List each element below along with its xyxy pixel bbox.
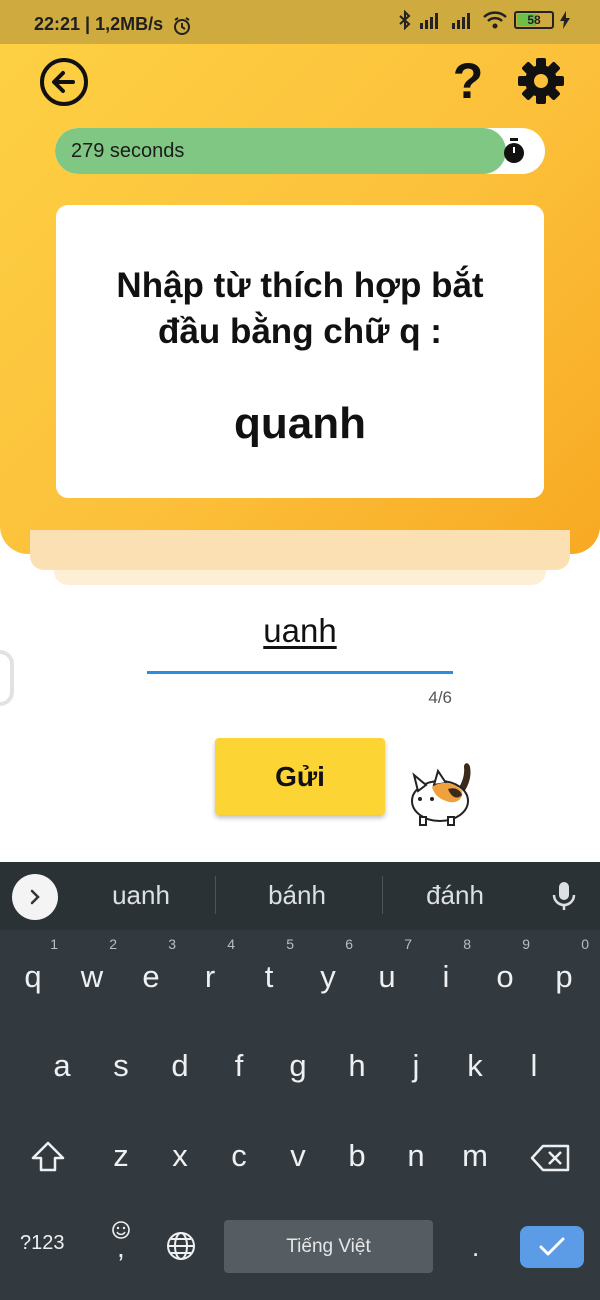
back-button[interactable]: [40, 58, 88, 106]
key-p-hint: 0: [581, 936, 589, 952]
key-y[interactable]: y6: [299, 936, 357, 1012]
key-t-label: t: [264, 959, 274, 994]
key-i-hint: 8: [463, 936, 471, 952]
keyboard: uanh bánh đánh q1 w2 e3 r4 t5 y6 u7 i8 o…: [0, 862, 600, 1300]
status-icons: 58: [398, 10, 570, 30]
microphone-icon[interactable]: [550, 880, 578, 912]
key-g[interactable]: g: [269, 1031, 327, 1101]
period-key[interactable]: .: [472, 1232, 479, 1263]
key-u-hint: 7: [404, 936, 412, 952]
key-y-label: y: [320, 959, 336, 994]
key-r[interactable]: r4: [181, 936, 239, 1012]
key-i[interactable]: i8: [417, 936, 475, 1012]
shift-icon[interactable]: [30, 1140, 66, 1174]
key-r-label: r: [204, 959, 216, 994]
key-a[interactable]: a: [33, 1031, 91, 1101]
question-card: Nhập từ thích hợp bắt đầu bằng chữ q : q…: [56, 205, 544, 498]
timer-bar: 279 seconds: [55, 128, 545, 174]
card-stack-shadow-1: [30, 530, 570, 570]
signal-icon-2: [452, 13, 470, 29]
target-word: quanh: [234, 399, 366, 448]
key-e[interactable]: e3: [122, 936, 180, 1012]
key-x[interactable]: x: [151, 1121, 209, 1191]
key-t-hint: 5: [286, 936, 294, 952]
key-v[interactable]: v: [269, 1121, 327, 1191]
battery-level: 58: [527, 13, 541, 27]
key-h[interactable]: h: [328, 1031, 386, 1101]
alarm-icon: [174, 17, 190, 35]
key-q-hint: 1: [50, 936, 58, 952]
edge-swipe-handle[interactable]: [0, 650, 14, 706]
key-l[interactable]: l: [505, 1031, 563, 1101]
key-c[interactable]: c: [210, 1121, 268, 1191]
status-bar: 22:21 | 1,2MB/s 58: [0, 0, 600, 44]
key-o-label: o: [496, 959, 514, 994]
stopwatch-icon: [504, 138, 524, 163]
key-i-label: i: [442, 959, 450, 994]
key-s[interactable]: s: [92, 1031, 150, 1101]
character-counter: 4/6: [428, 688, 452, 707]
gear-icon: [518, 58, 564, 104]
comma-key[interactable]: ,: [117, 1232, 125, 1264]
key-n[interactable]: n: [387, 1121, 445, 1191]
key-q[interactable]: q1: [4, 936, 62, 1012]
help-button[interactable]: ?: [448, 56, 488, 106]
key-w-hint: 2: [109, 936, 117, 952]
suggestion-bar: uanh bánh đánh: [0, 862, 600, 930]
arrow-left-icon: [52, 71, 75, 93]
charging-icon: [560, 11, 570, 29]
wifi-icon: [483, 11, 507, 29]
key-f[interactable]: f: [210, 1031, 268, 1101]
suggestion-2[interactable]: bánh: [222, 880, 372, 911]
cat-mascot-icon: [411, 763, 471, 826]
key-o-hint: 9: [522, 936, 530, 952]
key-e-label: e: [142, 959, 160, 994]
key-m[interactable]: m: [446, 1121, 504, 1191]
signal-icon: [420, 13, 438, 29]
checkmark-icon: [539, 1237, 565, 1256]
key-u-label: u: [378, 959, 396, 994]
key-y-hint: 6: [345, 936, 353, 952]
timer-text: 279 seconds: [71, 140, 185, 162]
key-o[interactable]: o9: [476, 936, 534, 1012]
bluetooth-icon: [399, 10, 411, 30]
key-w[interactable]: w2: [63, 936, 121, 1012]
suggestion-expand-button[interactable]: [12, 874, 58, 920]
key-z[interactable]: z: [92, 1121, 150, 1191]
key-b[interactable]: b: [328, 1121, 386, 1191]
symbols-key[interactable]: ?123: [20, 1232, 65, 1255]
key-p[interactable]: p0: [535, 936, 593, 1012]
key-w-label: w: [80, 959, 104, 994]
key-t[interactable]: t5: [240, 936, 298, 1012]
key-d[interactable]: d: [151, 1031, 209, 1101]
suggestion-divider: [215, 876, 216, 914]
settings-button[interactable]: [516, 56, 566, 106]
submit-button[interactable]: Gửi: [215, 738, 385, 815]
chevron-right-icon: [30, 889, 40, 905]
key-u[interactable]: u7: [358, 936, 416, 1012]
battery-icon: 58: [514, 11, 554, 29]
key-j[interactable]: j: [387, 1031, 445, 1101]
enter-key[interactable]: [520, 1226, 584, 1268]
key-k[interactable]: k: [446, 1031, 504, 1101]
key-e-hint: 3: [168, 936, 176, 952]
globe-icon[interactable]: [165, 1230, 197, 1262]
key-p-label: p: [555, 959, 573, 994]
suggestion-3[interactable]: đánh: [380, 880, 530, 911]
suggestion-1[interactable]: uanh: [66, 880, 216, 911]
key-r-hint: 4: [227, 936, 235, 952]
status-time-speed: 22:21 | 1,2MB/s: [34, 14, 164, 34]
answer-underline: [147, 671, 453, 674]
answer-input[interactable]: uanh: [147, 612, 453, 652]
backspace-icon[interactable]: [530, 1143, 572, 1173]
question-prompt: Nhập từ thích hợp bắt đầu bằng chữ q :: [116, 266, 484, 351]
space-key[interactable]: Tiếng Việt: [224, 1220, 433, 1273]
key-q-label: q: [24, 959, 42, 994]
